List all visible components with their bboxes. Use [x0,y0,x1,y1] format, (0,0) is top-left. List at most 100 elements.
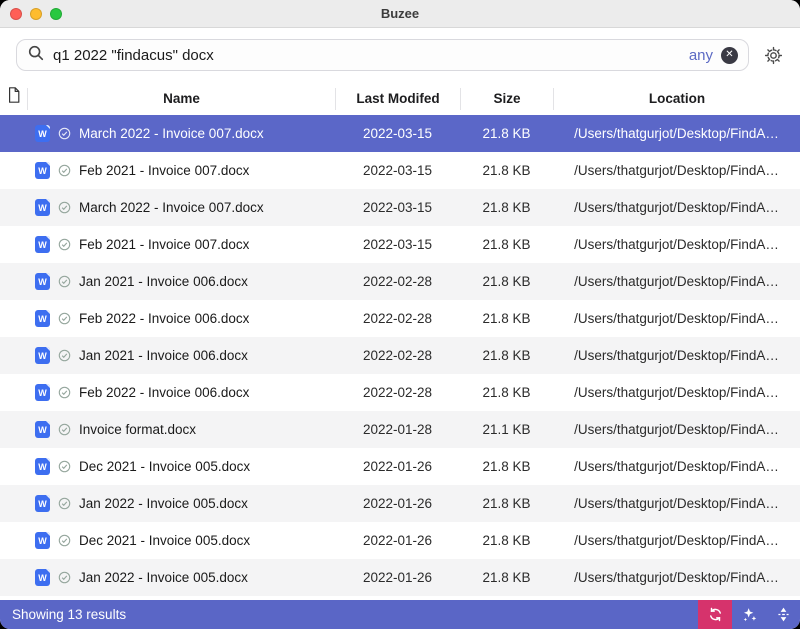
last-modified: 2022-01-26 [335,496,460,511]
word-file-icon: W [35,421,50,438]
table-header: Name Last Modifed Size Location [0,82,800,115]
file-location: /Users/thatgurjot/Desktop/FindA… [553,459,800,474]
table-row[interactable]: W Feb 2022 - Invoice 006.docx 2022-02-28… [0,300,800,337]
file-name-cell: W Jan 2022 - Invoice 005.docx [27,495,335,512]
minimize-window-button[interactable] [30,8,42,20]
last-modified: 2022-02-28 [335,385,460,400]
search-filter-dropdown[interactable]: any [689,47,713,64]
word-file-icon: W [35,273,50,290]
last-modified: 2022-03-15 [335,237,460,252]
check-circle-icon [58,460,71,473]
file-size: 21.8 KB [460,459,553,474]
column-header-size[interactable]: Size [460,88,553,110]
gear-icon[interactable] [763,45,784,66]
check-circle-icon [58,497,71,510]
word-file-icon: W [35,458,50,475]
column-header-last-modified[interactable]: Last Modifed [335,88,460,110]
check-circle-icon [58,201,71,214]
word-file-icon: W [35,199,50,216]
search-input[interactable] [53,47,681,64]
file-name: March 2022 - Invoice 007.docx [79,126,264,141]
file-location: /Users/thatgurjot/Desktop/FindA… [553,422,800,437]
file-name-cell: W March 2022 - Invoice 007.docx [27,125,335,142]
last-modified: 2022-03-15 [335,163,460,178]
table-row[interactable]: W Feb 2021 - Invoice 007.docx 2022-03-15… [0,152,800,189]
file-name-cell: W Jan 2022 - Invoice 005.docx [27,569,335,586]
file-name: Dec 2021 - Invoice 005.docx [79,459,250,474]
app-window: Buzee any ✕ Name Last Modifed Si [0,0,800,629]
table-row[interactable]: W Jan 2022 - Invoice 005.docx 2022-01-26… [0,485,800,522]
file-name-cell: W Invoice format.docx [27,421,335,438]
table-row[interactable]: W Feb 2022 - Invoice 006.docx 2022-02-28… [0,374,800,411]
file-name-cell: W Dec 2021 - Invoice 005.docx [27,532,335,549]
table-row[interactable]: W Jan 2021 - Invoice 006.docx 2022-02-28… [0,263,800,300]
file-type-column-header[interactable] [0,88,27,110]
last-modified: 2022-01-26 [335,533,460,548]
file-name: Jan 2022 - Invoice 005.docx [79,496,248,511]
file-location: /Users/thatgurjot/Desktop/FindA… [553,200,800,215]
table-row[interactable]: W Dec 2021 - Invoice 005.docx 2022-01-26… [0,448,800,485]
column-header-location[interactable]: Location [553,88,800,110]
vertical-expand-icon[interactable] [766,600,800,629]
file-name-cell: W Feb 2021 - Invoice 007.docx [27,162,335,179]
word-file-icon: W [35,532,50,549]
last-modified: 2022-01-26 [335,459,460,474]
search-box[interactable]: any ✕ [16,39,749,71]
file-location: /Users/thatgurjot/Desktop/FindA… [553,348,800,363]
file-location: /Users/thatgurjot/Desktop/FindA… [553,570,800,585]
file-name-cell: W Dec 2021 - Invoice 005.docx [27,458,335,475]
word-file-icon: W [35,236,50,253]
check-circle-icon [58,312,71,325]
table-row[interactable]: W Feb 2021 - Invoice 007.docx 2022-03-15… [0,226,800,263]
document-page-icon [6,86,22,111]
word-file-icon: W [35,125,50,142]
file-size: 21.8 KB [460,274,553,289]
file-location: /Users/thatgurjot/Desktop/FindA… [553,126,800,141]
table-row[interactable]: W March 2022 - Invoice 007.docx 2022-03-… [0,189,800,226]
table-row[interactable]: W Dec 2021 - Invoice 005.docx 2022-01-26… [0,522,800,559]
traffic-lights [10,8,62,20]
file-name-cell: W Feb 2022 - Invoice 006.docx [27,310,335,327]
check-circle-icon [58,386,71,399]
sparkles-icon[interactable] [732,600,766,629]
last-modified: 2022-03-15 [335,200,460,215]
file-name: Feb 2022 - Invoice 006.docx [79,311,249,326]
last-modified: 2022-02-28 [335,311,460,326]
file-size: 21.8 KB [460,348,553,363]
table-row[interactable]: W Jan 2022 - Invoice 005.docx 2022-01-26… [0,559,800,596]
file-name-cell: W Jan 2021 - Invoice 006.docx [27,347,335,364]
check-circle-icon [58,349,71,362]
file-size: 21.8 KB [460,311,553,326]
search-icon [27,44,45,67]
table-row[interactable]: W Jan 2021 - Invoice 006.docx 2022-02-28… [0,337,800,374]
file-size: 21.8 KB [460,237,553,252]
file-size: 21.8 KB [460,200,553,215]
column-header-name[interactable]: Name [27,88,335,110]
refresh-icon[interactable] [698,600,732,629]
file-location: /Users/thatgurjot/Desktop/FindA… [553,496,800,511]
file-name: Jan 2021 - Invoice 006.docx [79,348,248,363]
file-name-cell: W March 2022 - Invoice 007.docx [27,199,335,216]
file-location: /Users/thatgurjot/Desktop/FindA… [553,163,800,178]
table-row[interactable]: W Invoice format.docx 2022-01-28 21.1 KB… [0,411,800,448]
last-modified: 2022-03-15 [335,126,460,141]
last-modified: 2022-01-26 [335,570,460,585]
results-count-status: Showing 13 results [0,607,698,622]
file-size: 21.8 KB [460,385,553,400]
file-name: Invoice format.docx [79,422,196,437]
clear-search-icon[interactable]: ✕ [721,47,738,64]
zoom-window-button[interactable] [50,8,62,20]
word-file-icon: W [35,569,50,586]
file-location: /Users/thatgurjot/Desktop/FindA… [553,385,800,400]
file-location: /Users/thatgurjot/Desktop/FindA… [553,311,800,326]
file-name: Dec 2021 - Invoice 005.docx [79,533,250,548]
check-circle-icon [58,127,71,140]
file-name-cell: W Jan 2021 - Invoice 006.docx [27,273,335,290]
file-location: /Users/thatgurjot/Desktop/FindA… [553,237,800,252]
close-window-button[interactable] [10,8,22,20]
last-modified: 2022-02-28 [335,348,460,363]
check-circle-icon [58,238,71,251]
file-size: 21.8 KB [460,533,553,548]
file-name: Jan 2022 - Invoice 005.docx [79,570,248,585]
table-row[interactable]: W March 2022 - Invoice 007.docx 2022-03-… [0,115,800,152]
